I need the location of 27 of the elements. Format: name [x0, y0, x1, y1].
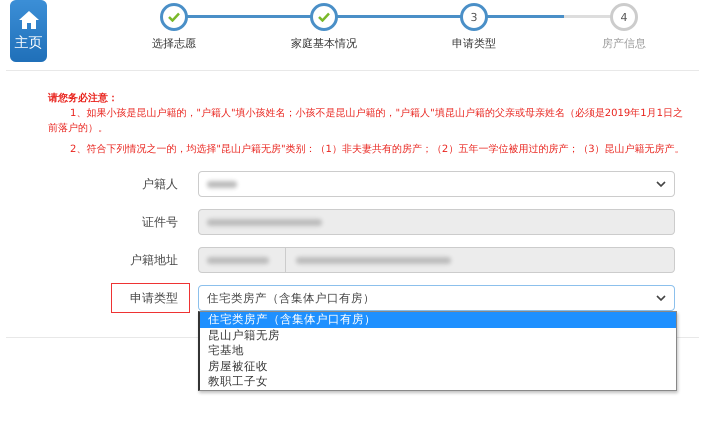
check-icon [318, 12, 330, 22]
step-label: 选择志愿 [152, 36, 196, 51]
select-field[interactable]: 住宅类房产（含集体户口有房） [198, 285, 675, 311]
step-label: 家庭基本情况 [291, 36, 357, 51]
dropdown-option[interactable]: 教职工子女 [200, 374, 676, 390]
check-icon [168, 12, 180, 22]
field-label: 申请类型 [111, 283, 190, 313]
field-label: 证件号 [141, 214, 179, 230]
notice-paragraph: 2、符合下列情况之一的，均选择"昆山户籍无房"类别：（1）非夫妻共有的房产；（2）五年一学位被用过的房产；（3）昆山户籍无房产。 [69, 142, 686, 157]
notice-paragraph: 1、如果小孩是昆山户籍的，"户籍人"填小孩姓名；小孩不是昆山户籍的，"户籍人"填昆山户籍的父亲或母亲姓名（必须是2019年1月1日之前落户的）。 [48, 106, 684, 136]
caret-icon [656, 181, 666, 188]
dropdown-option[interactable]: 昆山户籍无房 [200, 328, 676, 343]
id-number-field[interactable] [198, 209, 675, 235]
dropdown-option[interactable]: 房屋被征收 [200, 358, 676, 374]
step-label: 申请类型 [452, 36, 496, 51]
dropdown-option[interactable]: 宅基地 [200, 343, 676, 358]
home-button[interactable]: 主页 [10, 0, 47, 62]
step-label: 房产信息 [602, 36, 646, 51]
address-field[interactable] [198, 247, 675, 273]
caret-icon [656, 295, 666, 302]
step-number: 4 [620, 10, 628, 24]
select-field[interactable] [198, 171, 675, 197]
notice-title: 请您务必注意： [48, 91, 119, 106]
field-label: 户籍人 [141, 176, 179, 192]
step-number: 3 [470, 10, 478, 24]
field-label: 户籍地址 [129, 252, 179, 268]
home-icon [18, 10, 40, 30]
